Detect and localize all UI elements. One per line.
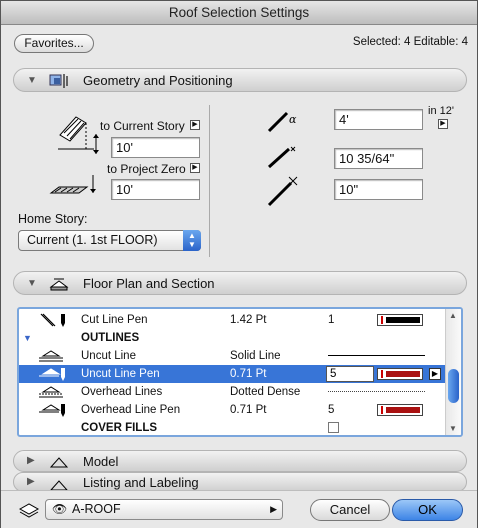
- pitch-unit-label: in 12': [428, 105, 454, 117]
- chevron-updown-icon: ▲ ▼: [183, 230, 201, 251]
- section-listing-title: Listing and Labeling: [83, 475, 199, 490]
- line-type-icon: [39, 350, 63, 362]
- section-geometry-header[interactable]: ▼ Geometry and Positioning: [13, 68, 467, 92]
- line-type-icon: [39, 386, 63, 398]
- home-story-value: Current (1. 1st FLOOR): [27, 233, 158, 247]
- scroll-down-icon[interactable]: ▼: [449, 424, 457, 433]
- row-name: COVER FILLS: [81, 422, 158, 434]
- row-pen-number: 5: [328, 404, 335, 416]
- row-name: Cut Line Pen: [81, 314, 148, 326]
- layers-icon: [18, 503, 40, 518]
- list-item[interactable]: Overhead Lines Dotted Dense: [19, 383, 447, 401]
- dotted-line-preview: [328, 391, 425, 392]
- roof-offset-icon: [267, 176, 298, 207]
- row-value: Solid Line: [230, 350, 281, 362]
- pen-color-swatch[interactable]: [377, 368, 423, 380]
- chevron-right-icon: ▶: [270, 504, 277, 514]
- svg-text:α: α: [289, 113, 297, 126]
- row-value: 1.42 Pt: [230, 314, 267, 326]
- row-name: Overhead Lines: [81, 386, 163, 398]
- geometry-icon: [49, 74, 68, 88]
- expand-triangle-icon[interactable]: ▶: [27, 476, 35, 487]
- row-name: Uncut Line Pen: [81, 368, 160, 380]
- project-zero-menu-arrow-icon[interactable]: ▶: [190, 163, 200, 173]
- roof-thickness-icon: [267, 146, 296, 169]
- list-group-header[interactable]: COVER FILLS: [19, 419, 447, 435]
- section-model-header[interactable]: ▶ Model: [13, 450, 467, 472]
- home-story-select[interactable]: Current (1. 1st FLOOR) ▲ ▼: [18, 230, 201, 251]
- height-dimension-icon: [93, 134, 99, 154]
- roof-thickness-field[interactable]: 10 35/64": [334, 148, 423, 169]
- scroll-up-icon[interactable]: ▲: [449, 311, 457, 320]
- row-pen-number: 1: [328, 314, 335, 326]
- ok-button[interactable]: OK: [392, 499, 463, 521]
- roof-selection-settings-dialog: Roof Selection Settings Favorites... Sel…: [0, 0, 478, 528]
- roof-pitch-field[interactable]: 4': [334, 109, 423, 130]
- pen-icon: [39, 404, 65, 417]
- list-group-header[interactable]: ▼ OUTLINES: [19, 329, 447, 347]
- row-name: OUTLINES: [81, 332, 140, 344]
- geometry-divider: [209, 105, 210, 257]
- floor-plan-icon: [49, 278, 69, 291]
- section-listing-header[interactable]: ▶ Listing and Labeling: [13, 472, 467, 492]
- row-value: Dotted Dense: [230, 386, 301, 398]
- pen-number-field[interactable]: 5: [326, 366, 374, 382]
- cover-fills-checkbox[interactable]: [328, 422, 339, 433]
- home-story-label: Home Story:: [18, 212, 88, 226]
- section-floor-plan-title: Floor Plan and Section: [83, 276, 215, 291]
- row-value: 0.71 Pt: [230, 404, 267, 416]
- to-current-story-field[interactable]: 10': [111, 137, 200, 158]
- to-project-zero-label: to Project Zero: [107, 162, 186, 176]
- solid-line-preview: [328, 355, 425, 356]
- group-expand-triangle-icon[interactable]: ▼: [23, 329, 32, 347]
- section-floor-plan-header[interactable]: ▼ Floor Plan and Section: [13, 271, 467, 295]
- collapse-triangle-icon[interactable]: ▼: [27, 75, 37, 86]
- scrollbar-thumb[interactable]: [448, 369, 459, 403]
- section-model-title: Model: [83, 454, 119, 469]
- model-icon: [49, 457, 69, 468]
- window-title: Roof Selection Settings: [1, 1, 477, 25]
- list-item[interactable]: Cut Line Pen 1.42 Pt 1: [19, 311, 447, 329]
- row-value: 0.71 Pt: [230, 368, 267, 380]
- list-item-selected[interactable]: Uncut Line Pen 0.71 Pt 5 ▶: [19, 365, 447, 383]
- floor-plan-settings-list[interactable]: Cut Line Pen 1.42 Pt 1 ▼ OUTLINES Uncut …: [17, 307, 463, 437]
- eye-icon: 👁: [52, 502, 68, 516]
- to-project-zero-field[interactable]: 10': [111, 179, 200, 200]
- list-item[interactable]: Uncut Line Solid Line: [19, 347, 447, 365]
- collapse-triangle-icon[interactable]: ▼: [27, 278, 37, 289]
- selection-count: Selected: 4 Editable: 4: [352, 36, 468, 48]
- section-geometry-title: Geometry and Positioning: [83, 73, 233, 88]
- pen-menu-arrow-icon[interactable]: ▶: [429, 368, 441, 380]
- pen-color-swatch[interactable]: [377, 314, 423, 326]
- project-zero-icon: [49, 175, 96, 194]
- list-item[interactable]: Overhead Line Pen 0.71 Pt 5: [19, 401, 447, 419]
- favorites-button[interactable]: Favorites...: [14, 34, 94, 53]
- to-current-story-label: to Current Story: [100, 119, 185, 133]
- pen-color-swatch[interactable]: [377, 404, 423, 416]
- layer-value: A-ROOF: [72, 502, 121, 516]
- row-name: Uncut Line: [81, 350, 136, 362]
- roof-pitch-icon: α: [267, 111, 297, 133]
- row-name: Overhead Line Pen: [81, 404, 181, 416]
- current-story-menu-arrow-icon[interactable]: ▶: [190, 120, 200, 130]
- list-scrollbar[interactable]: ▲ ▼: [445, 309, 461, 435]
- cancel-button[interactable]: Cancel: [310, 499, 390, 521]
- layer-select[interactable]: 👁 A-ROOF ▶: [45, 499, 283, 520]
- pen-icon: [39, 368, 65, 381]
- roof-offset-field[interactable]: 10": [334, 179, 423, 200]
- pitch-unit-menu-arrow-icon[interactable]: ▶: [438, 119, 448, 129]
- pen-icon: [40, 313, 65, 327]
- expand-triangle-icon[interactable]: ▶: [27, 455, 35, 466]
